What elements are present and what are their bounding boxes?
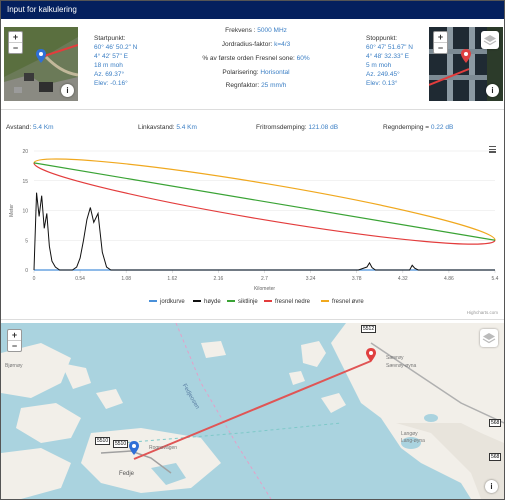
map-label-saevroy-oyna: Sævrøy-øyna — [386, 363, 417, 369]
y-tick-label: 0 — [25, 268, 28, 274]
start-height: 18 m moh — [94, 62, 123, 69]
y-tick-label: 20 — [22, 149, 28, 155]
stop-point-map[interactable]: + − i — [429, 27, 503, 101]
start-lat: 60° 46' 50.2" N — [94, 44, 138, 51]
road-shield: 568 — [489, 419, 502, 427]
metric-free-space-loss: Fritromsdemping: 121.08 dB — [256, 124, 339, 131]
x-tick-label: 2.7 — [261, 276, 268, 282]
zoom-in-button[interactable]: + — [9, 32, 22, 43]
zoom-control: + − — [7, 329, 22, 352]
legend-item-jordkurve[interactable]: jordkurve — [149, 299, 185, 305]
map-label-langoy: Langøy — [401, 431, 418, 437]
metric-distance: Avstand: 5.4 Km — [6, 124, 54, 131]
x-tick-label: 4.32 — [398, 276, 408, 282]
x-tick-label: 0 — [33, 276, 36, 282]
profile-chart-svg: 0 5 10 15 20 0 0.54 1.08 1.62 2.16 2.7 3.24 3.78 4.32… — [9, 149, 499, 292]
layers-icon — [482, 333, 496, 344]
x-tick-label: 4.86 — [444, 276, 454, 282]
road-shield: 5510 — [113, 440, 129, 448]
x-axis-label: Kilometer — [254, 286, 275, 292]
stop-point-info: Stoppunkt: 60° 47' 51.67" N 4° 48' 32.33… — [366, 34, 413, 88]
road-shield: 5510 — [95, 437, 111, 445]
zoom-in-button[interactable]: + — [434, 32, 447, 43]
y-tick-label: 10 — [22, 209, 28, 215]
road-shield: 568 — [489, 453, 502, 461]
map-label-rognsvagen: Rognsvågen — [149, 445, 178, 451]
metric-rain-loss: Regndemping = 0.22 dB — [383, 124, 454, 131]
info-button[interactable]: i — [486, 84, 499, 97]
start-elevation: Elev: -0.16° — [94, 80, 128, 87]
terrain-line — [33, 192, 495, 271]
profile-chart: 0 5 10 15 20 0 0.54 1.08 1.62 2.16 2.7 3.24 3.78 4.32… — [1, 141, 504, 321]
chart-credit: Highcharts.com — [466, 310, 498, 315]
x-tick-label: 1.62 — [167, 276, 177, 282]
divider — [1, 109, 504, 110]
param-rain-factor: Regnfaktor: 25 mm/h — [225, 82, 287, 89]
map-pin-icon[interactable] — [36, 49, 46, 63]
legend-item-fresnel-ovre[interactable]: fresnel øvre — [321, 299, 364, 305]
param-frequency: Frekvens : 5000 MHz — [225, 27, 287, 34]
map-pin-icon[interactable] — [461, 49, 471, 63]
start-azimuth: Az. 69.37° — [94, 71, 125, 78]
x-tick-label: 3.24 — [306, 276, 316, 282]
divider — [1, 319, 504, 320]
zoom-in-button[interactable]: + — [8, 330, 21, 341]
sight-line — [33, 162, 496, 241]
overview-map-canvas — [1, 323, 504, 499]
start-point-info: Startpunkt: 60° 46' 50.2" N 4° 42' 57" E… — [94, 34, 137, 88]
x-tick-label: 2.16 — [214, 276, 224, 282]
stop-azimuth: Az. 249.45° — [366, 71, 400, 78]
param-fresnel-percent: % av første orden Fresnel sone: 60% — [202, 55, 310, 62]
layers-button[interactable] — [481, 31, 499, 49]
stop-height: 5 m moh — [366, 62, 392, 69]
zoom-out-button[interactable]: − — [9, 43, 22, 53]
x-tick-label: 1.08 — [121, 276, 131, 282]
stop-point-title: Stoppunkt: — [366, 35, 398, 42]
start-lon: 4° 42' 57" E — [94, 53, 128, 60]
zoom-out-button[interactable]: − — [434, 43, 447, 53]
stop-elevation: Elev: 0.13° — [366, 80, 398, 87]
x-tick-label: 3.78 — [352, 276, 362, 282]
zoom-control: + − — [433, 31, 448, 54]
layers-icon — [483, 35, 497, 46]
map-label-saevroy: Sævrøy — [386, 355, 404, 361]
legend-item-hoyde[interactable]: høyde — [193, 299, 221, 305]
legend-item-siktlinje[interactable]: siktlinje — [227, 299, 258, 305]
info-button[interactable]: i — [61, 84, 74, 97]
legend-item-fresnel-nedre[interactable]: fresnel nedre — [264, 299, 310, 305]
chart-menu-icon[interactable] — [489, 146, 496, 154]
page-title: Input for kalkulering — [1, 1, 504, 19]
y-axis-label: Meter — [9, 204, 15, 217]
map-label-fedje: Fedje — [119, 471, 135, 477]
x-tick-label: 0.54 — [75, 276, 85, 282]
start-pin-icon[interactable] — [129, 441, 139, 455]
road-shield: 5512 — [361, 325, 377, 333]
param-earth-radius: Jordradius-faktor: k=4/3 — [221, 41, 291, 48]
metric-link-distance: Linkavstand: 5.4 Km — [138, 124, 197, 131]
app-window: Input for kalkulering + − i Startpunkt: … — [0, 0, 505, 500]
overview-map[interactable]: + − Fedjeosen Fedje Rognsvågen Sævrøy Sæ… — [1, 323, 504, 499]
map-label-bjornoy: Bjørnøy — [5, 363, 23, 369]
zoom-out-button[interactable]: − — [8, 341, 21, 351]
stop-pin-icon[interactable] — [366, 348, 376, 362]
map-label-lang-oyna: Lang-øyna — [401, 438, 425, 444]
zoom-control: + − — [8, 31, 23, 54]
info-button[interactable]: i — [485, 480, 498, 493]
x-tick-label: 5.4 — [492, 276, 499, 282]
start-point-title: Startpunkt: — [94, 35, 126, 42]
y-tick-label: 15 — [22, 179, 28, 185]
y-tick-label: 5 — [25, 238, 28, 244]
layers-button[interactable] — [480, 329, 498, 347]
param-polarization: Polarisering: Horisontal — [222, 69, 290, 76]
start-point-map[interactable]: + − i — [4, 27, 78, 101]
stop-lon: 4° 48' 32.33" E — [366, 53, 410, 60]
stop-lat: 60° 47' 51.67" N — [366, 44, 413, 51]
